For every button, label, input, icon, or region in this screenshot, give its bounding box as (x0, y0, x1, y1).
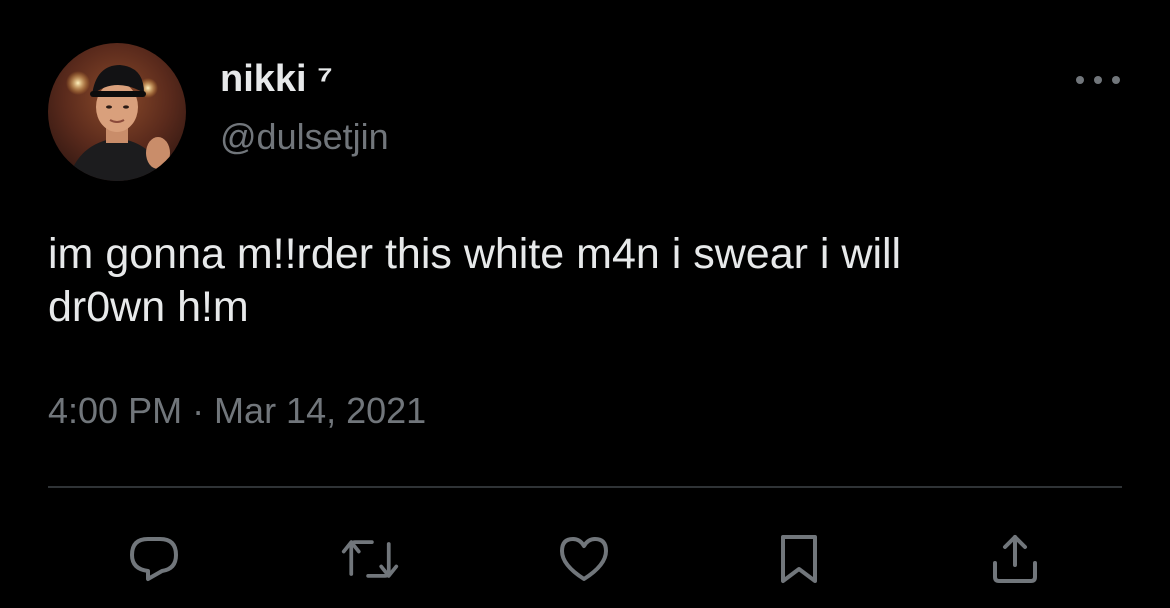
retweet-button[interactable] (340, 529, 400, 589)
user-handle[interactable]: @dulsetjin (220, 116, 389, 158)
share-icon (993, 535, 1037, 583)
bookmark-icon (781, 535, 817, 583)
reply-button[interactable] (124, 529, 184, 589)
avatar[interactable] (48, 43, 186, 181)
share-button[interactable] (985, 529, 1045, 589)
profile-photo-icon (48, 43, 186, 181)
divider (48, 486, 1122, 488)
like-button[interactable] (554, 529, 614, 589)
retweet-icon (341, 540, 399, 578)
more-button[interactable] (1070, 64, 1126, 96)
tweet-timestamp[interactable]: 4:00 PM · Mar 14, 2021 (48, 390, 426, 432)
more-horizontal-icon (1076, 76, 1120, 84)
heart-icon (560, 537, 608, 581)
bookmark-button[interactable] (769, 529, 829, 589)
display-name[interactable]: nikki ⁷ (220, 57, 333, 101)
reply-icon (130, 537, 178, 581)
tweet-card: nikki ⁷ @dulsetjin im gonna m!!rder this… (0, 0, 1170, 608)
tweet-text: im gonna m!!rder this white m4n i swear … (48, 230, 902, 331)
